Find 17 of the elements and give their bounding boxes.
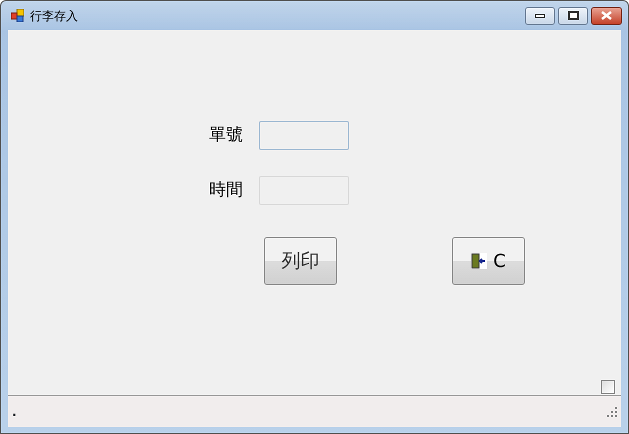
print-button[interactable]: 列印: [264, 237, 337, 285]
field-label: 單號: [209, 124, 244, 147]
minimize-button[interactable]: [525, 6, 555, 24]
maximize-button[interactable]: [558, 6, 588, 24]
input-field[interactable]: [259, 121, 349, 150]
close-button[interactable]: [591, 6, 622, 24]
exit-button[interactable]: C: [452, 237, 525, 285]
status-text: .: [12, 406, 17, 418]
app-icon: [11, 9, 24, 22]
door-icon: [471, 253, 488, 269]
checkbox[interactable]: [601, 380, 615, 394]
maximize-icon: [568, 11, 578, 20]
field-label: 時間: [209, 178, 244, 202]
minimize-icon: [535, 14, 545, 18]
resize-grip-icon: [607, 406, 617, 416]
close-icon: [601, 11, 612, 20]
window-title: 行李存入: [30, 8, 78, 24]
